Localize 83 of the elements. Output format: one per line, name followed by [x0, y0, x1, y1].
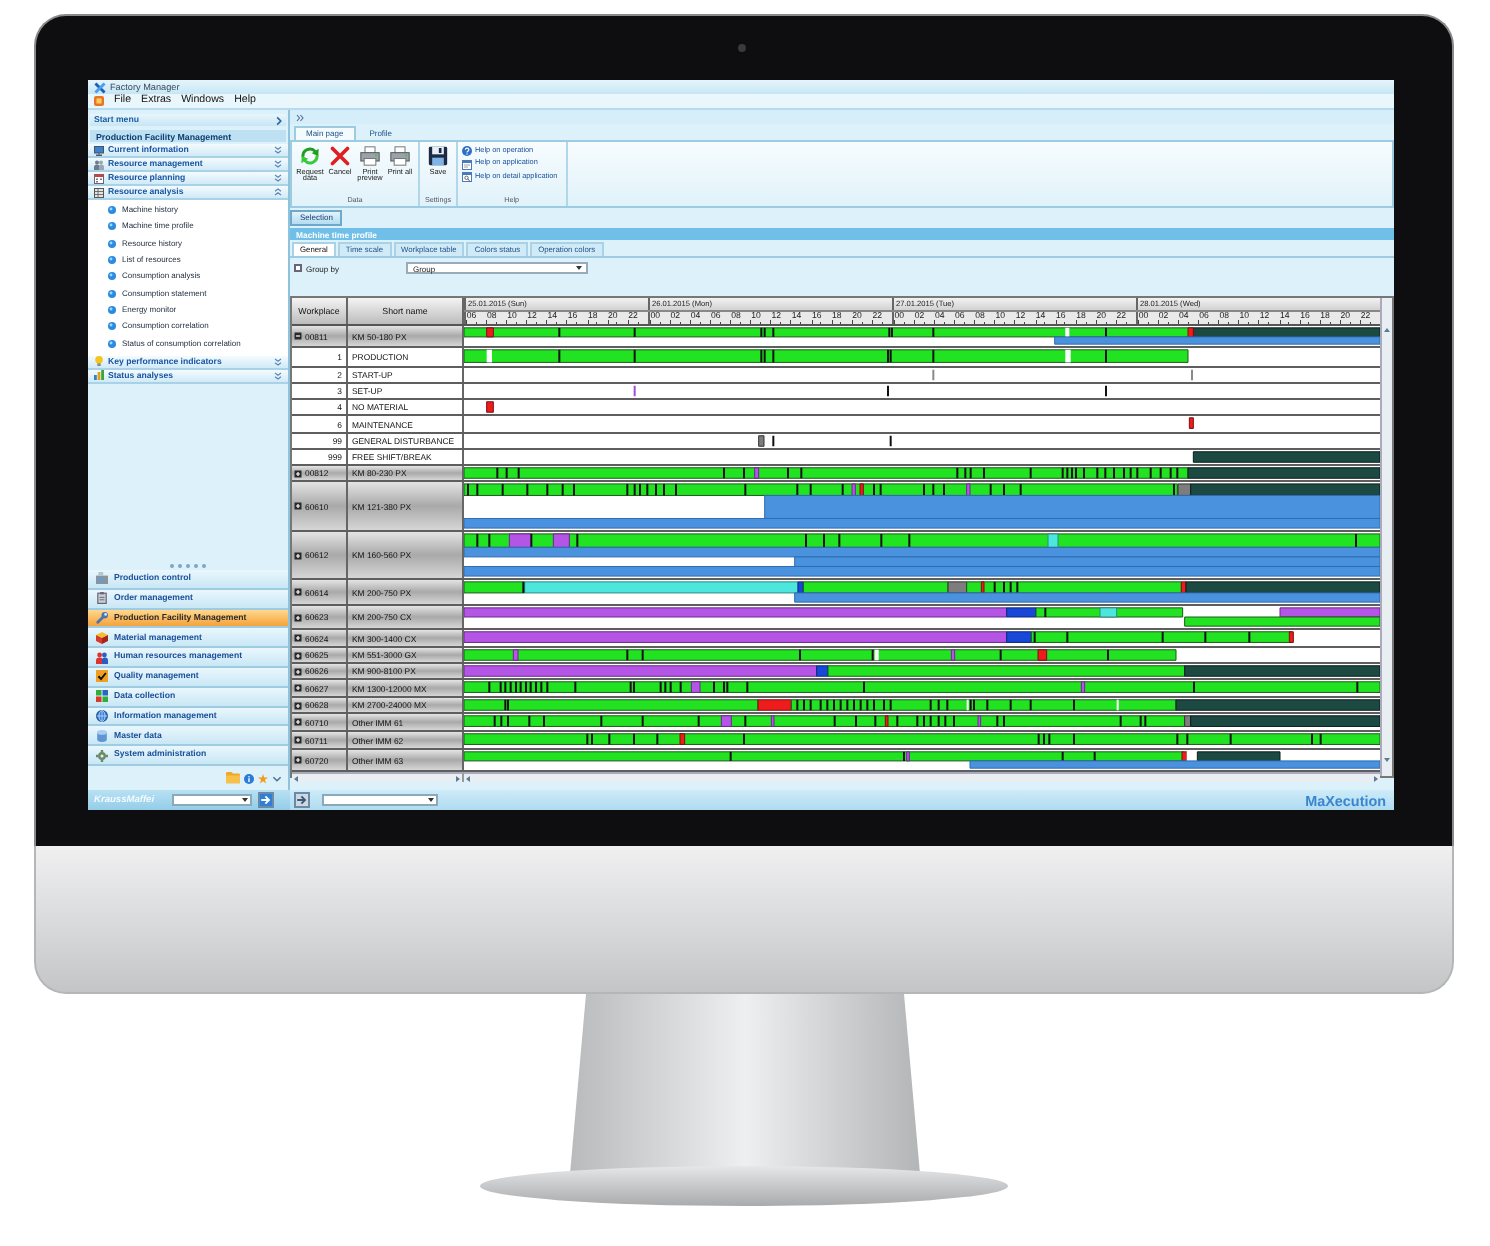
machine-icon — [96, 572, 108, 585]
chevron-down-icon[interactable] — [272, 775, 282, 781]
wrench-icon — [96, 612, 108, 625]
double-chevron-down-icon — [274, 160, 282, 168]
arrow-right-icon — [296, 794, 308, 806]
scroll-left-arrow-icon[interactable] — [466, 775, 470, 781]
expand-box-icon[interactable] — [294, 667, 302, 675]
caret-down-icon — [576, 266, 583, 270]
gantt-lane — [486, 401, 494, 413]
help-icon — [462, 146, 472, 156]
expand-box-icon[interactable] — [294, 634, 302, 642]
double-chevron-down-icon — [274, 357, 282, 366]
scroll-up-arrow-icon[interactable] — [1384, 328, 1390, 332]
collapse-box-icon[interactable] — [294, 332, 302, 340]
double-chevron-up-icon — [274, 188, 282, 196]
round-bullet-icon — [108, 256, 116, 265]
expand-box-icon[interactable] — [294, 718, 302, 726]
round-bullet-icon — [108, 339, 116, 348]
go-button[interactable] — [294, 792, 310, 808]
expand-box-icon[interactable] — [294, 756, 302, 764]
cross-icon — [330, 146, 350, 166]
expand-box-icon[interactable] — [294, 551, 302, 559]
table-icon — [94, 187, 104, 197]
refresh-icon — [300, 146, 320, 166]
printer-icon — [390, 146, 410, 166]
horizontal-scrollbar[interactable] — [464, 772, 1380, 782]
group-by-checkbox[interactable] — [294, 264, 302, 272]
expand-box-icon[interactable] — [294, 588, 302, 596]
round-bullet-icon — [108, 206, 116, 215]
monitor-icon — [94, 145, 104, 155]
window-magnifier-icon — [462, 172, 472, 183]
expand-box-icon[interactable] — [294, 502, 302, 510]
horizontal-scrollbar[interactable] — [292, 772, 464, 782]
vertical-scrollbar[interactable] — [1380, 298, 1392, 776]
blocks-icon — [96, 690, 108, 703]
star-icon[interactable] — [258, 773, 268, 783]
check-square-icon — [96, 670, 108, 683]
expand-box-icon[interactable] — [294, 469, 302, 477]
database-icon — [96, 729, 108, 742]
window-icon — [462, 159, 472, 170]
globe-icon — [96, 710, 108, 722]
info-icon[interactable] — [244, 773, 254, 783]
round-bullet-icon — [108, 305, 116, 314]
caret-down-icon — [241, 798, 247, 802]
expand-box-icon[interactable] — [294, 736, 302, 744]
people-icon — [96, 651, 108, 664]
bar-chart-icon — [94, 370, 104, 381]
expand-box-icon[interactable] — [294, 684, 302, 692]
double-chevron-down-icon — [274, 371, 282, 380]
expand-box-icon[interactable] — [294, 613, 302, 621]
scroll-left-arrow-icon[interactable] — [294, 775, 298, 781]
round-bullet-icon — [108, 272, 116, 281]
round-bullet-icon — [108, 322, 116, 331]
double-chevron-down-icon — [274, 174, 282, 182]
calendar-icon — [94, 173, 104, 183]
expand-box-icon[interactable] — [294, 701, 302, 709]
scroll-right-arrow-icon[interactable] — [456, 775, 460, 781]
round-bullet-icon — [108, 289, 116, 298]
caret-down-icon — [427, 798, 433, 802]
dropdown-field[interactable] — [172, 794, 252, 806]
double-chevron-down-icon — [274, 146, 282, 154]
round-bullet-icon — [108, 239, 116, 248]
arrow-right-icon — [260, 794, 272, 806]
people-icon — [94, 159, 104, 169]
gantt-lane — [1188, 417, 1194, 429]
clipboard-icon — [96, 592, 108, 605]
chevron-right-icon — [276, 115, 282, 125]
splitter-grip-icon[interactable] — [170, 563, 206, 568]
gear-icon — [96, 749, 108, 762]
expand-box-icon[interactable] — [294, 651, 302, 659]
dropdown-field[interactable] — [322, 794, 438, 806]
cube-icon — [96, 631, 108, 644]
go-button[interactable] — [258, 792, 274, 808]
webcam-icon — [737, 44, 745, 52]
scroll-down-arrow-icon[interactable] — [1384, 758, 1390, 762]
double-chevron-right-icon[interactable] — [296, 113, 304, 121]
gantt-lane — [758, 435, 892, 447]
x-logo-icon — [94, 81, 106, 93]
app-menu-icon[interactable] — [94, 96, 104, 106]
lightbulb-icon — [94, 356, 104, 367]
round-bullet-icon — [108, 222, 116, 231]
scroll-right-arrow-icon[interactable] — [1374, 775, 1378, 781]
printer-icon — [360, 146, 380, 166]
